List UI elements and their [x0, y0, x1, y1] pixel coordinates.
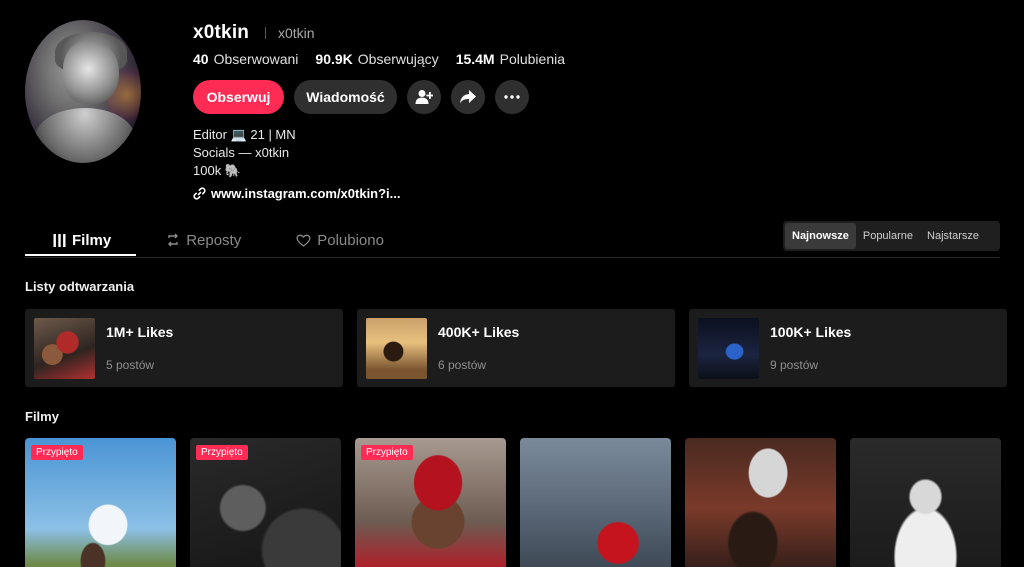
content-tabs: Filmy Reposty Polubiono [25, 225, 384, 255]
avatar-statue-head [63, 40, 119, 104]
stat-following[interactable]: 40 Obserwowani [193, 51, 298, 67]
videos-grid: Przypięto Przypięto Przypięto [25, 438, 1001, 567]
link-icon [193, 187, 206, 200]
sort-popular[interactable]: Popularne [856, 223, 920, 249]
profile-avatar[interactable] [25, 20, 141, 163]
profile-nickname: x0tkin [278, 25, 315, 41]
message-button[interactable]: Wiadomość [294, 80, 397, 114]
playlist-count: 5 postów [106, 358, 155, 372]
tab-liked[interactable]: Polubiono [296, 225, 384, 255]
bio-line: 100k 🐘 [193, 163, 241, 178]
playlist-title: 400K+ Likes [438, 324, 520, 340]
heart-outline-icon [296, 234, 311, 247]
profile-stats: 40 Obserwowani 90.9K Obserwujący 15.4M Polu… [193, 51, 565, 67]
video-card[interactable] [850, 438, 1001, 567]
playlists-row: 1M+ Likes 5 postów 400K+ Likes 6 postów … [25, 309, 1007, 387]
name-separator [265, 27, 266, 39]
share-arrow-icon [460, 90, 476, 104]
more-dots-icon [504, 95, 520, 99]
videos-heading: Filmy [25, 409, 59, 424]
playlist-thumbnail [34, 318, 95, 379]
video-card[interactable] [520, 438, 671, 567]
playlists-heading: Listy odtwarzania [25, 279, 135, 294]
pinned-badge: Przypięto [361, 445, 413, 460]
tab-reposts[interactable]: Reposty [166, 225, 241, 255]
sort-oldest[interactable]: Najstarsze [920, 223, 986, 249]
share-button[interactable] [451, 80, 485, 114]
playlist-count: 6 postów [438, 358, 487, 372]
profile-actions: Obserwuj Wiadomość [193, 80, 529, 114]
playlist-title: 1M+ Likes [106, 324, 174, 340]
playlist-thumbnail [366, 318, 427, 379]
sort-newest[interactable]: Najnowsze [785, 223, 856, 249]
playlist-count: 9 postów [770, 358, 819, 372]
tab-reposts-label: Reposty [186, 231, 242, 249]
stat-following-label: Obserwowani [213, 51, 299, 67]
tab-videos[interactable]: Filmy [53, 225, 111, 255]
stat-likes-label: Polubienia [499, 51, 565, 67]
stat-followers-value: 90.9K [315, 51, 353, 67]
tabs-divider [25, 257, 1000, 258]
grid-icon [53, 233, 66, 247]
pinned-badge: Przypięto [196, 445, 248, 460]
playlist-card[interactable]: 1M+ Likes 5 postów [25, 309, 343, 387]
tab-videos-label: Filmy [72, 231, 112, 249]
avatar-statue-shoulders [35, 108, 135, 163]
profile-bio: Editor 💻 21 | MN Socials — x0tkin 100k 🐘 [193, 126, 296, 180]
video-card[interactable]: Przypięto [355, 438, 506, 567]
profile-link-text: www.instagram.com/x0tkin?i... [211, 186, 401, 201]
add-friend-button[interactable] [407, 80, 441, 114]
stat-following-value: 40 [193, 51, 209, 67]
video-card[interactable]: Przypięto [25, 438, 176, 567]
active-tab-indicator [25, 254, 136, 256]
playlist-thumbnail [698, 318, 759, 379]
pinned-badge: Przypięto [31, 445, 83, 460]
stat-followers-label: Obserwujący [357, 51, 439, 67]
add-user-icon [415, 90, 433, 104]
stat-followers[interactable]: 90.9K Obserwujący [315, 51, 438, 67]
repost-icon [168, 233, 179, 247]
playlist-card[interactable]: 100K+ Likes 9 postów [689, 309, 1007, 387]
video-card[interactable] [685, 438, 836, 567]
bio-line: Socials — x0tkin [193, 145, 290, 160]
playlist-card[interactable]: 400K+ Likes 6 postów [357, 309, 675, 387]
stat-likes-value: 15.4M [455, 51, 495, 67]
follow-button[interactable]: Obserwuj [193, 80, 284, 114]
stat-likes: 15.4M Polubienia [456, 51, 565, 67]
video-card[interactable]: Przypięto [190, 438, 341, 567]
profile-username: x0tkin [193, 22, 250, 43]
more-options-button[interactable] [495, 80, 529, 114]
playlist-title: 100K+ Likes [770, 324, 852, 340]
profile-link[interactable]: www.instagram.com/x0tkin?i... [193, 186, 401, 201]
sort-selector: Najnowsze Popularne Najstarsze [783, 221, 1000, 251]
tab-liked-label: Polubiono [317, 231, 384, 249]
bio-line: Editor 💻 21 | MN [193, 127, 296, 142]
